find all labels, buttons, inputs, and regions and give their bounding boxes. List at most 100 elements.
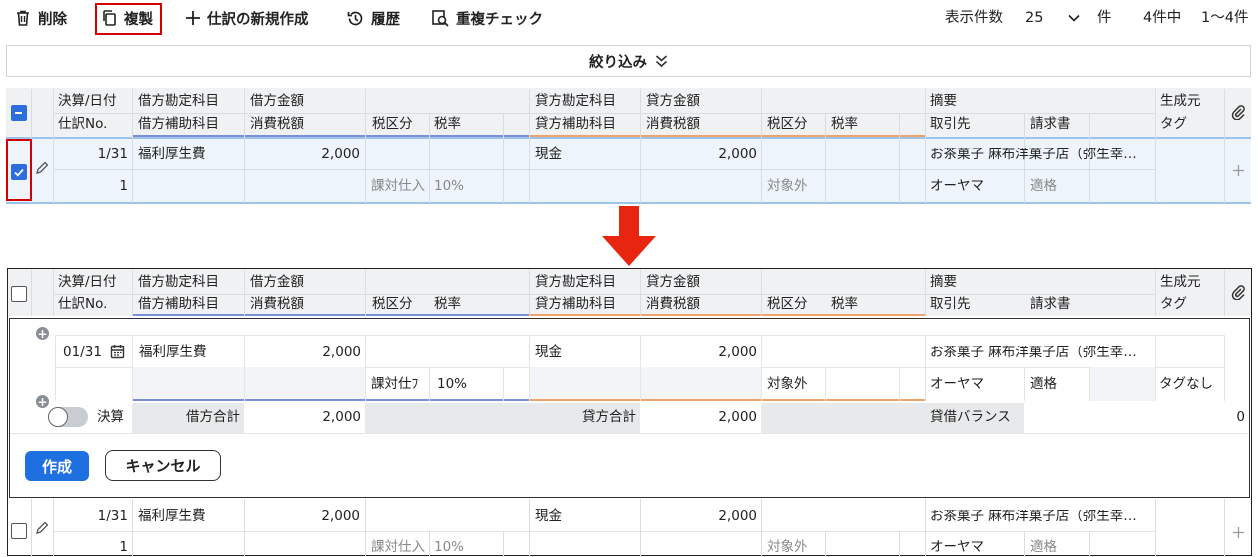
new-entry-button[interactable]: 仕訳の新規作成 — [185, 0, 309, 36]
col-tax-category-4: 税区分 — [767, 296, 808, 312]
highlight-box — [95, 3, 162, 35]
double-chevron-down-icon — [655, 55, 668, 68]
calendar-icon[interactable] — [110, 344, 125, 359]
row-entry-no: 1 — [119, 178, 128, 194]
col-credit-sub: 貸方補助科目 — [535, 116, 616, 132]
pencil-icon-2[interactable] — [35, 521, 48, 535]
edit-partner[interactable]: オーヤマ — [930, 377, 984, 392]
col-entry-no-2: 仕訳No. — [58, 296, 108, 312]
row-invoice: 適格 — [1030, 178, 1057, 194]
row2-debit-amount: 2,000 — [321, 508, 360, 524]
range-count: 1〜4件 — [1201, 10, 1249, 26]
col-tax-rate-2: 税率 — [831, 116, 858, 132]
col-credit-sub-2: 貸方補助科目 — [535, 296, 616, 312]
credit-tax-underline-2 — [761, 314, 925, 316]
row-debit-amount: 2,000 — [321, 146, 360, 162]
cancel-button[interactable]: キャンセル — [105, 450, 221, 481]
expand-plus-icon-2[interactable] — [1232, 526, 1245, 539]
col-debit-amount-2: 借方金額 — [250, 274, 304, 290]
delete-label: 削除 — [38, 11, 67, 28]
display-count-label: 表示件数 — [945, 10, 1003, 26]
paperclip-icon — [1231, 105, 1245, 120]
edit-credit-account[interactable]: 現金 — [535, 345, 562, 360]
credit-total-label: 貸方合計 — [582, 409, 636, 425]
pencil-icon[interactable] — [35, 161, 48, 175]
edit-credit-tax-category[interactable]: 対象外 — [767, 377, 808, 392]
closing-toggle[interactable] — [48, 407, 88, 427]
col-debit-account-2: 借方勘定科目 — [138, 274, 219, 290]
duplicate-check-label: 重複チェック — [456, 11, 543, 28]
display-count-select[interactable]: 25 — [1022, 4, 1084, 32]
row-tax-rate: 10% — [434, 178, 465, 194]
col-tax-rate: 税率 — [434, 116, 461, 132]
col-memo-2: 摘要 — [930, 274, 957, 290]
col-partner-2: 取引先 — [930, 296, 971, 312]
edit-tax-rate[interactable]: 10% — [437, 377, 467, 392]
col-tax-category: 税区分 — [372, 116, 413, 132]
row-memo: お茶菓子 麻布洋菓子店（弥生幸… — [930, 148, 1137, 162]
col-entry-no: 仕訳No. — [58, 116, 108, 132]
row2-tax-category: 課対仕入 — [371, 539, 425, 555]
expand-plus-icon[interactable] — [1232, 164, 1245, 177]
row-partner: オーヤマ — [930, 178, 984, 194]
select-all-checkbox[interactable] — [11, 105, 27, 121]
balance-label: 貸借バランス — [930, 409, 1011, 425]
toolbar: 削除 複製 仕訳の新規作成 履歴 重複チェック 表示件数 25 件 4件中 1〜… — [0, 0, 1258, 36]
history-icon — [347, 11, 363, 25]
edit-invoice[interactable]: 適格 — [1030, 377, 1057, 392]
col-date: 決算/日付 — [58, 93, 117, 109]
closing-label: 決算 — [97, 409, 124, 425]
add-row-above-icon[interactable]: + — [36, 327, 49, 340]
create-button[interactable]: 作成 — [25, 451, 89, 481]
edit-tax-category[interactable]: 課対仕ﾌ — [371, 377, 418, 392]
col-credit-amount: 貸方金額 — [646, 93, 700, 109]
debit-total: 2,000 — [322, 409, 361, 425]
col-debit-sub: 借方補助科目 — [138, 116, 219, 132]
select-all-checkbox-2[interactable] — [11, 286, 27, 302]
col-partner: 取引先 — [930, 116, 971, 132]
row2-date: 1/31 — [97, 508, 128, 524]
edit-debit-amount[interactable]: 2,000 — [250, 345, 361, 360]
row2-entry-no: 1 — [119, 539, 128, 555]
row2-credit-amount: 2,000 — [718, 508, 757, 524]
display-count-value: 25 — [1025, 10, 1044, 26]
history-button[interactable]: 履歴 — [346, 0, 400, 36]
search-document-icon — [432, 9, 449, 27]
col-invoice: 請求書 — [1030, 116, 1071, 132]
row-debit-account: 福利厚生費 — [138, 146, 206, 162]
edit-debit-account[interactable]: 福利厚生費 — [139, 345, 207, 360]
debit-underline-2 — [132, 314, 365, 316]
col-credit-account-2: 貸方勘定科目 — [535, 274, 616, 290]
row-top-border — [6, 137, 1251, 139]
edit-credit-amount[interactable]: 2,000 — [646, 345, 757, 360]
col-credit-tax-amount-2: 消費税額 — [646, 296, 700, 312]
row-bottom-border — [6, 202, 1251, 204]
edit-tag[interactable]: タグなし — [1159, 377, 1213, 392]
row-tax-category: 課対仕入 — [371, 178, 425, 194]
date-input[interactable]: 01/31 — [56, 337, 131, 367]
filter-bar[interactable]: 絞り込み — [6, 45, 1251, 77]
col-tax-rate-4: 税率 — [831, 296, 858, 312]
col-tag: タグ — [1160, 116, 1187, 132]
arrow-down-icon — [602, 206, 656, 266]
col-invoice-2: 請求書 — [1030, 296, 1071, 312]
count-unit: 件 — [1097, 10, 1112, 26]
col-debit-tax-amount-2: 消費税額 — [250, 296, 304, 312]
col-debit-amount: 借方金額 — [250, 93, 304, 109]
col-date-2: 決算/日付 — [58, 274, 117, 290]
row2-credit-tax-category: 対象外 — [767, 539, 808, 555]
debit-total-label: 借方合計 — [186, 409, 240, 425]
col-tax-rate-3: 税率 — [434, 296, 461, 312]
new-entry-label: 仕訳の新規作成 — [207, 11, 309, 28]
row-credit-account: 現金 — [535, 146, 562, 162]
row-credit-amount: 2,000 — [718, 146, 757, 162]
add-row-below-icon[interactable]: + — [36, 395, 49, 408]
col-tag-2: タグ — [1160, 296, 1187, 312]
duplicate-check-button[interactable]: 重複チェック — [431, 0, 543, 36]
edit-memo[interactable]: お茶菓子 麻布洋菓子店（弥生幸… — [930, 346, 1152, 360]
row-checkbox-2[interactable] — [11, 523, 27, 539]
col-credit-tax-amount: 消費税額 — [646, 116, 700, 132]
delete-button[interactable]: 削除 — [14, 0, 67, 36]
credit-underline-2 — [529, 314, 761, 316]
col-tax-category-3: 税区分 — [372, 296, 413, 312]
